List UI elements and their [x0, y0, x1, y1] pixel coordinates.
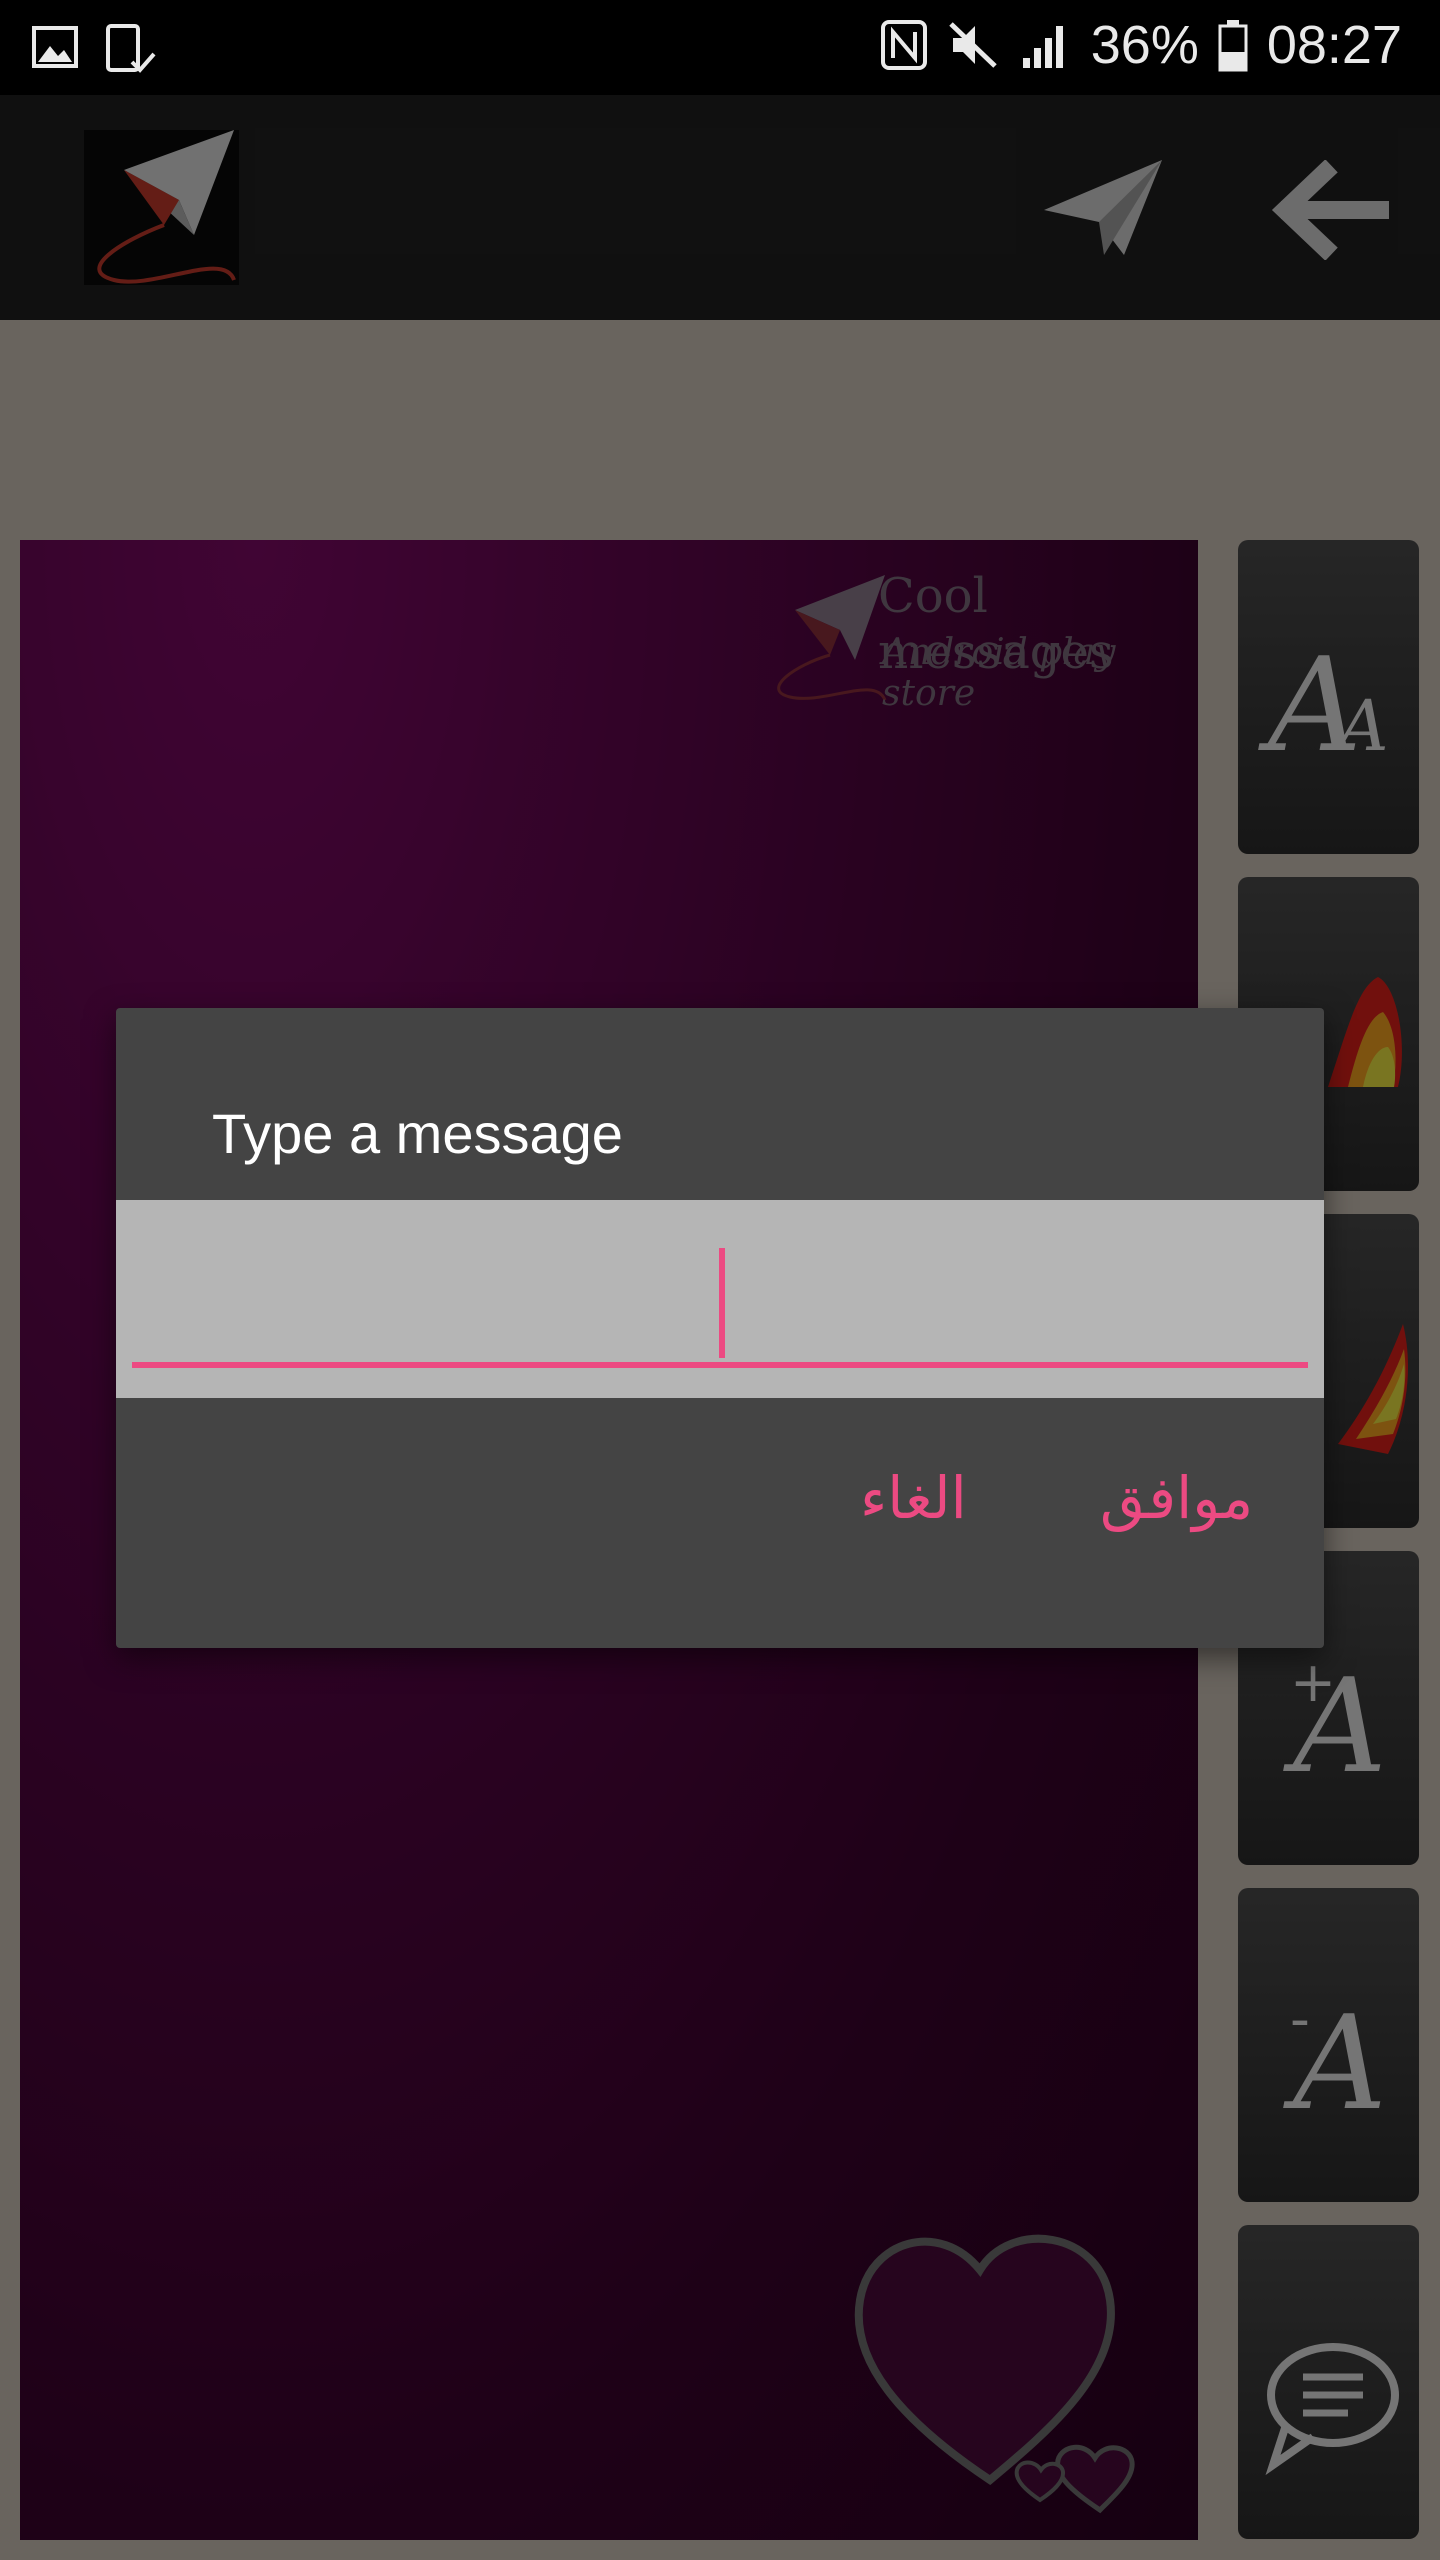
- signal-icon: [1022, 26, 1063, 68]
- message-input[interactable]: [116, 1200, 1324, 1398]
- phone-check-icon: [106, 24, 156, 73]
- message-button[interactable]: [1238, 2225, 1419, 2539]
- svg-text:A: A: [1332, 685, 1389, 767]
- message-bubble-icon: [1265, 2343, 1399, 2476]
- heart-decoration-icon: [840, 2180, 1180, 2520]
- status-left-icons: [30, 22, 158, 78]
- cancel-button[interactable]: الغاء: [860, 1448, 967, 1548]
- svg-text:-: -: [1290, 1987, 1310, 2051]
- watermark-logo-icon: [765, 575, 895, 705]
- gallery-icon: [32, 26, 78, 68]
- decrease-font-button[interactable]: A -: [1238, 1888, 1419, 2202]
- input-underline: [132, 1362, 1308, 1368]
- battery-icon: [1218, 20, 1248, 72]
- battery-percent: 36%: [1090, 15, 1199, 75]
- font-style-button[interactable]: A A: [1238, 540, 1419, 854]
- svg-text:+: +: [1290, 1650, 1336, 1714]
- watermark-subtitle: Android play store: [882, 632, 1116, 714]
- nfc-icon: [880, 20, 927, 70]
- ok-button[interactable]: موافق: [1100, 1448, 1253, 1548]
- dialog-title: Type a message: [212, 1102, 623, 1165]
- send-icon[interactable]: [1044, 160, 1164, 260]
- app-bar: [0, 95, 1440, 320]
- mute-icon: [949, 22, 997, 68]
- text-cursor: [719, 1248, 725, 1358]
- status-right-icons: 36% 08:27: [879, 14, 1402, 76]
- clock: 08:27: [1266, 15, 1402, 75]
- back-arrow-icon[interactable]: [1270, 159, 1390, 261]
- font-style-icon: A A: [1258, 629, 1389, 781]
- decrease-font-icon: A -: [1283, 1987, 1387, 2139]
- app-logo-icon: [84, 130, 239, 285]
- message-dialog: Type a message الغاء موافق: [116, 1008, 1324, 1648]
